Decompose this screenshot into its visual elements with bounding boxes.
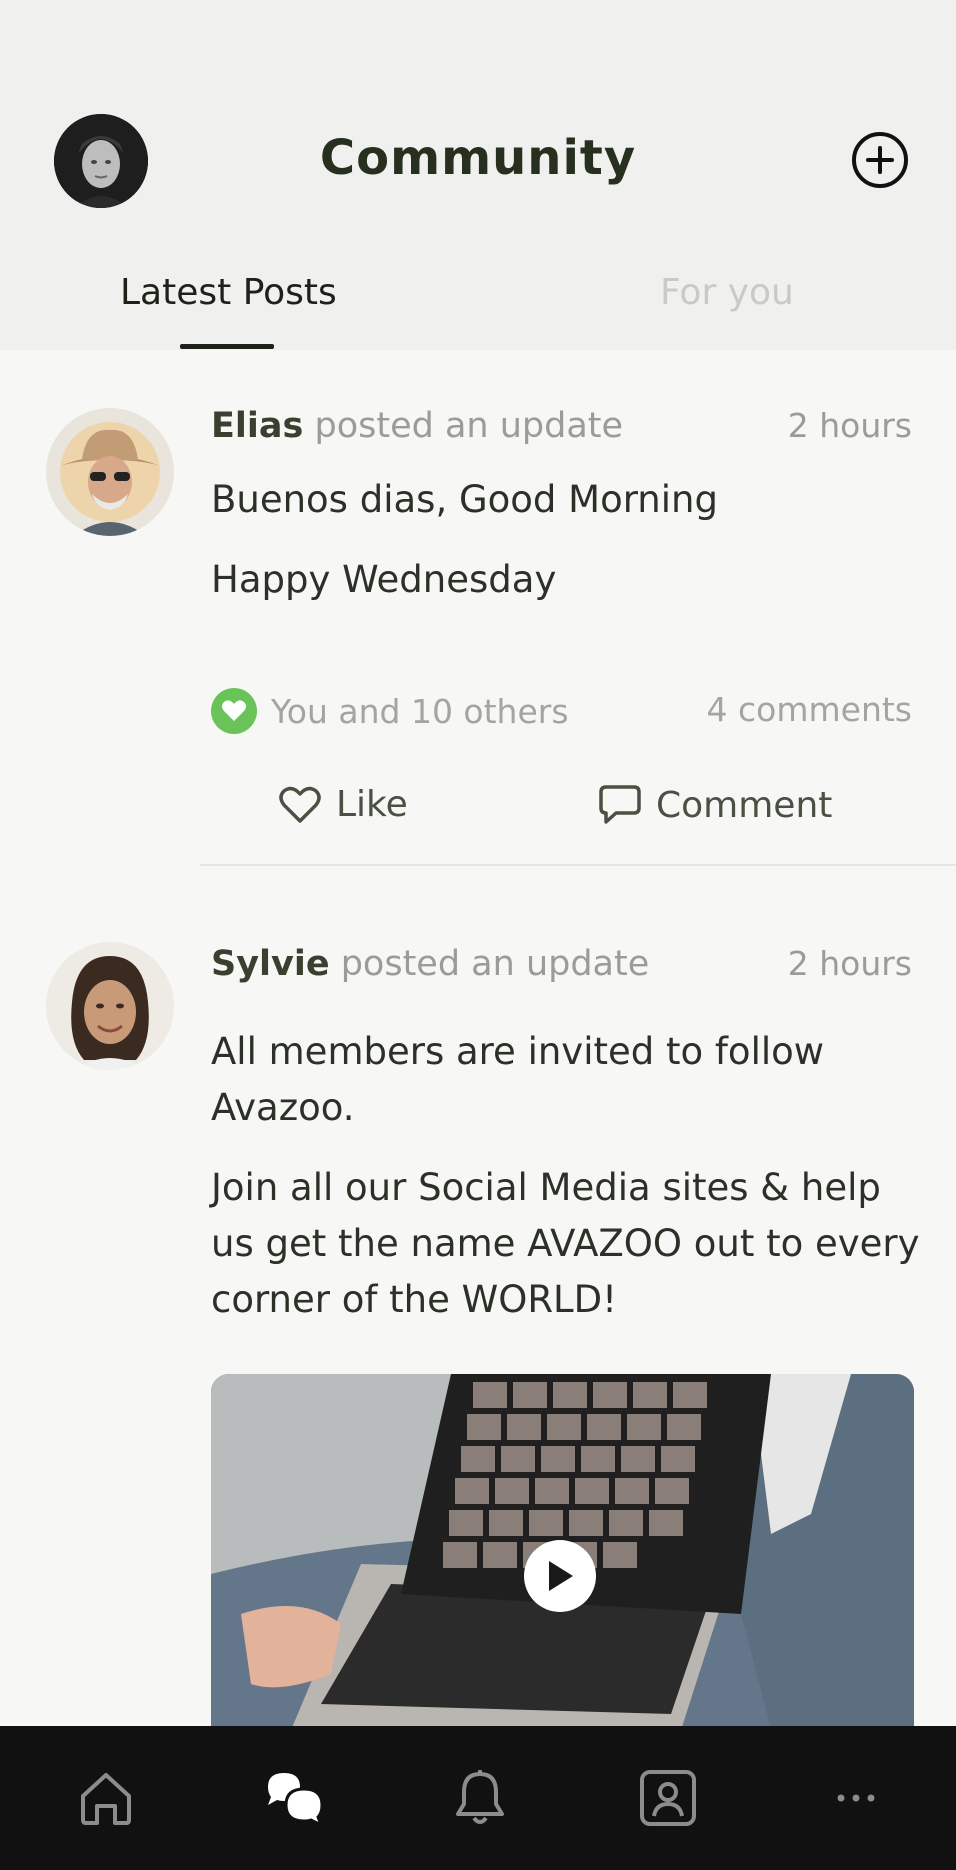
post-header: Elias posted an update — [211, 406, 623, 446]
active-tab-indicator — [180, 344, 274, 349]
post-paragraph: Join all our Social Media sites & help u… — [211, 1166, 920, 1321]
play-icon — [549, 1561, 573, 1591]
like-button[interactable]: Like — [278, 784, 408, 825]
bell-icon — [456, 1770, 504, 1824]
nav-more[interactable] — [824, 1766, 888, 1830]
chat-bubbles-icon — [268, 1773, 324, 1827]
post-action-text: posted an update — [340, 944, 650, 984]
home-icon — [81, 1773, 131, 1825]
heart-badge-icon — [211, 688, 257, 734]
comments-count[interactable]: 4 comments — [707, 690, 912, 729]
nav-home[interactable] — [74, 1766, 138, 1830]
more-icon — [837, 1794, 875, 1802]
heart-icon — [279, 786, 321, 823]
community-screen: Community Latest Posts For you Elias pos… — [0, 0, 956, 1870]
post-divider — [200, 864, 956, 866]
nav-profile[interactable] — [636, 1766, 700, 1830]
bottom-navigation — [0, 1726, 956, 1870]
page-title: Community — [319, 130, 637, 186]
play-button[interactable] — [524, 1540, 596, 1612]
post-header: Sylvie posted an update — [211, 944, 649, 984]
likes-text: You and 10 others — [271, 691, 569, 731]
profile-icon — [640, 1770, 696, 1826]
post-paragraph: Happy Wednesday — [211, 558, 557, 601]
post-author-avatar[interactable] — [46, 942, 174, 1070]
post-action-text: posted an update — [314, 406, 624, 446]
likes-summary[interactable]: You and 10 others — [211, 688, 569, 734]
post-timestamp: 2 hours — [787, 944, 912, 983]
nav-notifications[interactable] — [448, 1766, 512, 1830]
post-author-name[interactable]: Elias — [211, 406, 303, 446]
post-paragraph: Buenos dias, Good Morning — [211, 478, 718, 521]
comment-label: Comment — [656, 784, 833, 826]
post-paragraph: All members are invited to follow Avazoo… — [211, 1030, 825, 1129]
header: Community Latest Posts For you — [0, 0, 956, 350]
nav-community[interactable] — [263, 1766, 327, 1830]
tab-for-you[interactable]: For you — [660, 272, 794, 313]
post-timestamp: 2 hours — [787, 406, 912, 445]
post-video[interactable] — [211, 1374, 914, 1730]
post-author-name[interactable]: Sylvie — [211, 944, 330, 984]
comment-icon — [599, 785, 641, 824]
tab-latest-posts[interactable]: Latest Posts — [120, 272, 337, 313]
plus-circle-icon — [852, 132, 908, 188]
comment-button[interactable]: Comment — [598, 784, 832, 826]
like-label: Like — [336, 784, 408, 825]
post-author-avatar[interactable] — [46, 408, 174, 536]
add-post-button[interactable] — [850, 130, 910, 190]
